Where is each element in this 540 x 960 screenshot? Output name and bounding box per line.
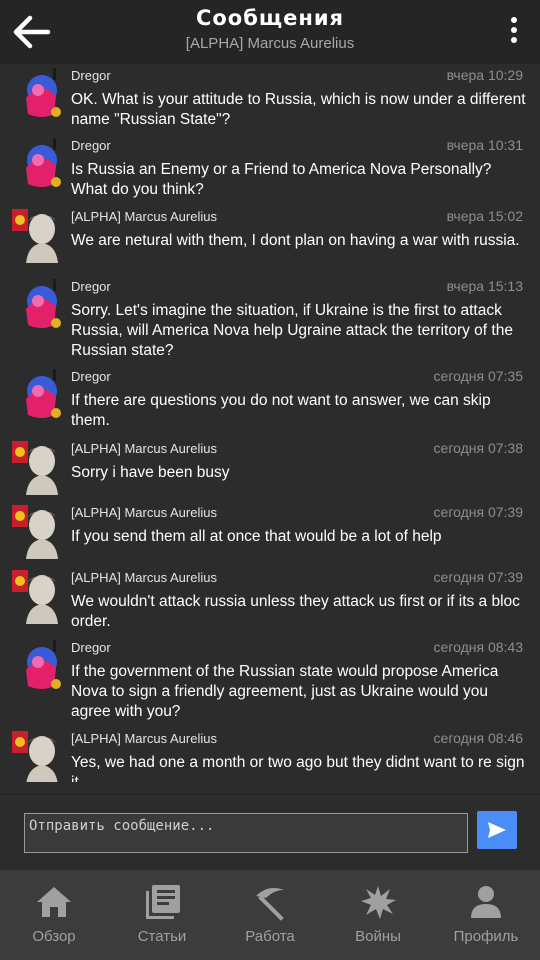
message-text: OK. What is your attitude to Russia, whi… [71,91,526,128]
nav-item-wars[interactable]: Войны [324,870,432,960]
message-author[interactable]: Dregor [71,369,111,384]
message-time: сегодня 08:43 [433,639,523,655]
message-time: вчера 15:02 [446,208,523,224]
message-text: Yes, we had one a month or two ago but t… [71,754,525,782]
message-text: We wouldn't attack russia unless they at… [71,593,520,630]
nav-item-overview[interactable]: Обзор [0,870,108,960]
marcus-avatar[interactable] [12,441,62,495]
marcus-avatar[interactable] [12,209,62,263]
nav-label: Статьи [137,928,187,945]
page-title: Сообщения [195,6,345,30]
dregor-avatar[interactable] [12,279,62,333]
nav-label: Обзор [32,928,76,945]
more-options-button[interactable] [506,14,522,50]
message-time: сегодня 07:39 [433,504,523,520]
dregor-avatar[interactable] [12,138,62,192]
marcus-avatar[interactable] [12,505,62,559]
bottom-navigation: Обзор Статьи Работа Войны Профиль [0,870,540,960]
message-time: сегодня 08:46 [433,730,523,746]
marcus-avatar[interactable] [12,570,62,624]
message-author[interactable]: [ALPHA] Marcus Aurelius [71,441,217,456]
message-text: Sorry i have been busy [71,464,230,481]
more-vertical-icon [506,17,522,43]
nav-label: Войны [355,928,401,945]
message-time: вчера 10:29 [446,67,523,83]
message-text: If you send them all at once that would … [71,528,442,545]
message-text: Sorry. Let's imagine the situation, if U… [71,302,513,359]
message-time: сегодня 07:38 [433,440,523,456]
message-time: вчера 15:13 [446,278,523,294]
message-author[interactable]: [ALPHA] Marcus Aurelius [71,731,217,746]
message-text: We are netural with them, I dont plan on… [71,232,520,249]
message-author[interactable]: [ALPHA] Marcus Aurelius [71,505,217,520]
conversation-partner-name[interactable]: [ALPHA] Marcus Aurelius [0,35,540,52]
dregor-avatar[interactable] [12,369,62,423]
message-composer [0,794,540,870]
message-author[interactable]: [ALPHA] Marcus Aurelius [71,570,217,585]
articles-icon [146,885,180,919]
home-icon [37,887,71,917]
marcus-avatar[interactable] [12,731,62,782]
message-time: вчера 10:31 [446,137,523,153]
message-text: Is Russia an Enemy or a Friend to Americ… [71,161,492,198]
dregor-avatar[interactable] [12,640,62,694]
message-input[interactable] [24,813,468,853]
message-text: If there are questions you do not want t… [71,392,491,429]
message-author[interactable]: Dregor [71,279,111,294]
app-header: Сообщения [ALPHA] Marcus Aurelius [0,0,540,64]
nav-item-articles[interactable]: Статьи [108,870,216,960]
dregor-avatar[interactable] [12,68,62,122]
message-author[interactable]: [ALPHA] Marcus Aurelius [71,209,217,224]
message-author[interactable]: Dregor [71,138,111,153]
send-button[interactable] [477,811,517,849]
nav-label: Работа [245,928,295,945]
message-author[interactable]: Dregor [71,640,111,655]
nav-item-profile[interactable]: Профиль [432,870,540,960]
profile-icon [471,886,501,918]
pickaxe-icon [256,888,284,921]
message-text: If the government of the Russian state w… [71,663,499,720]
message-time: сегодня 07:35 [433,368,523,384]
nav-item-work[interactable]: Работа [216,870,324,960]
send-icon [488,822,506,838]
message-time: сегодня 07:39 [433,569,523,585]
explosion-icon [361,886,396,919]
message-list[interactable]: Dregor вчера 10:29 OK. What is your atti… [0,64,540,782]
nav-label: Профиль [453,928,519,945]
message-author[interactable]: Dregor [71,68,111,83]
